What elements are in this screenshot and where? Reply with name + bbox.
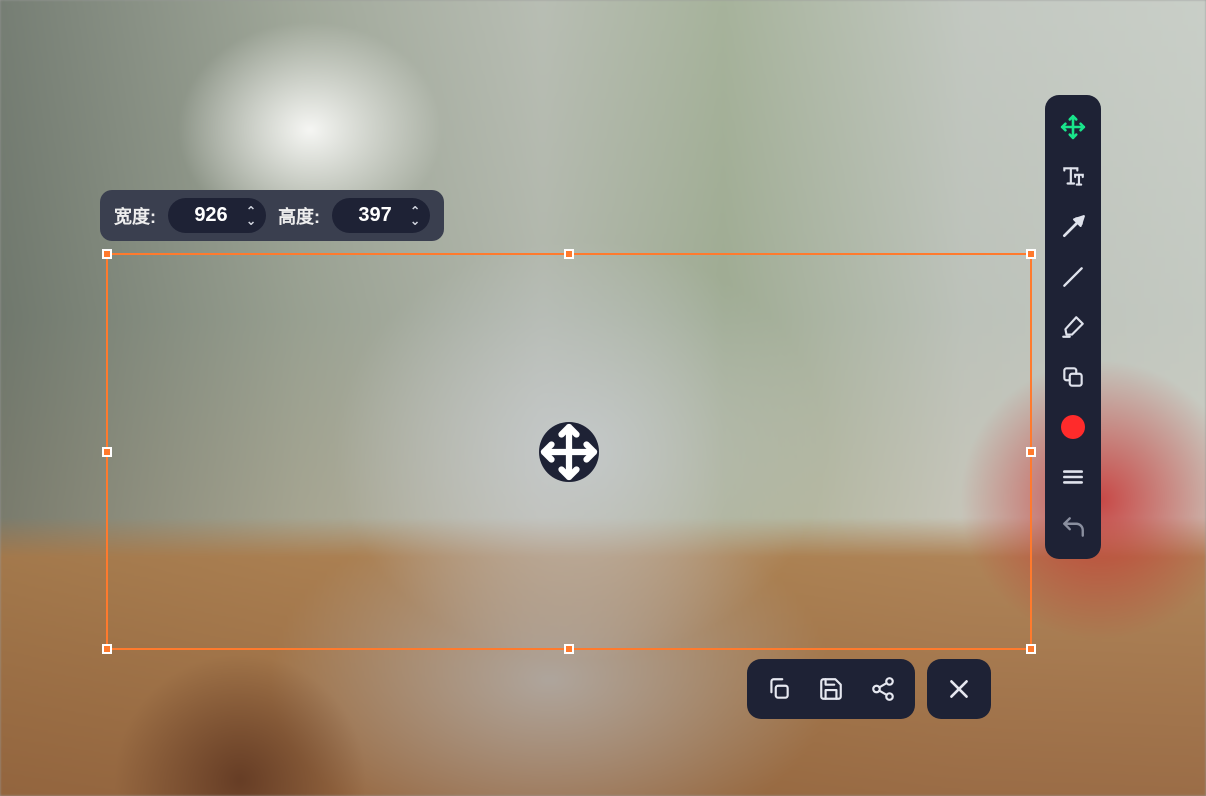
height-value[interactable]: 397 <box>350 204 400 227</box>
move-tool[interactable] <box>1051 105 1095 149</box>
arrow-icon <box>1060 214 1086 240</box>
text-icon <box>1060 164 1086 190</box>
highlighter-tool[interactable] <box>1051 305 1095 349</box>
move-selection-button[interactable] <box>539 422 599 482</box>
chevron-down-icon[interactable]: ⌃ <box>410 216 420 223</box>
width-field[interactable]: 926 ⌃ ⌃ <box>168 198 266 233</box>
copy-action[interactable] <box>755 667 803 711</box>
line-icon <box>1060 264 1086 290</box>
resize-handle-bottom-left[interactable] <box>102 644 112 654</box>
share-icon <box>870 676 896 702</box>
height-label: 高度: <box>278 203 320 229</box>
marker-icon <box>1060 314 1086 340</box>
resize-handle-right[interactable] <box>1026 447 1036 457</box>
line-tool[interactable] <box>1051 255 1095 299</box>
chevron-down-icon[interactable]: ⌃ <box>246 216 256 223</box>
height-field[interactable]: 397 ⌃ ⌃ <box>332 198 430 233</box>
action-bar <box>747 659 991 719</box>
record-icon <box>1061 415 1085 439</box>
shape-icon <box>1060 364 1086 390</box>
resize-handle-top-right[interactable] <box>1026 249 1036 259</box>
menu-icon <box>1060 464 1086 490</box>
action-group-main <box>747 659 915 719</box>
move-icon <box>1060 114 1086 140</box>
resize-handle-left[interactable] <box>102 447 112 457</box>
resize-handle-bottom-right[interactable] <box>1026 644 1036 654</box>
dimensions-bar: 宽度: 926 ⌃ ⌃ 高度: 397 ⌃ ⌃ <box>100 190 444 241</box>
action-group-secondary <box>927 659 991 719</box>
save-icon <box>818 676 844 702</box>
close-action[interactable] <box>935 667 983 711</box>
width-label: 宽度: <box>114 203 156 229</box>
width-value[interactable]: 926 <box>186 204 236 227</box>
background-photo <box>0 0 1206 796</box>
save-action[interactable] <box>807 667 855 711</box>
close-icon <box>946 676 972 702</box>
copy-icon <box>766 676 792 702</box>
text-tool[interactable] <box>1051 155 1095 199</box>
menu-tool[interactable] <box>1051 455 1095 499</box>
share-action[interactable] <box>859 667 907 711</box>
resize-handle-top[interactable] <box>564 249 574 259</box>
shape-tool[interactable] <box>1051 355 1095 399</box>
arrow-tool[interactable] <box>1051 205 1095 249</box>
resize-handle-bottom[interactable] <box>564 644 574 654</box>
annotation-toolbar <box>1045 95 1101 559</box>
resize-handle-top-left[interactable] <box>102 249 112 259</box>
move-icon <box>539 422 599 482</box>
record-tool[interactable] <box>1051 405 1095 449</box>
undo-tool[interactable] <box>1051 505 1095 549</box>
undo-icon <box>1060 514 1086 540</box>
height-stepper[interactable]: ⌃ ⌃ <box>410 208 420 222</box>
width-stepper[interactable]: ⌃ ⌃ <box>246 208 256 222</box>
